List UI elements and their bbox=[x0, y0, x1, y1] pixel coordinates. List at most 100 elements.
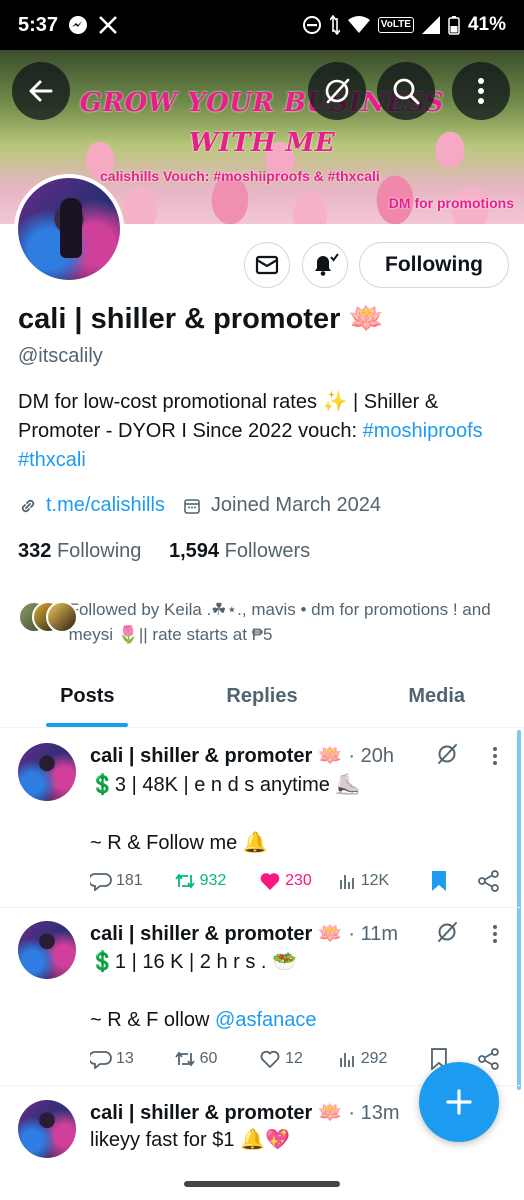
bell-check-icon bbox=[315, 253, 339, 276]
tab-replies[interactable]: Replies bbox=[175, 666, 350, 727]
profile-tabs: Posts Replies Media bbox=[0, 666, 524, 728]
more-vertical-icon bbox=[478, 78, 484, 104]
status-bar: 5:37 VoLTE 41% bbox=[0, 0, 524, 50]
wifi-icon bbox=[347, 16, 370, 34]
like-count: 12 bbox=[285, 1050, 303, 1067]
repost-icon bbox=[174, 1051, 195, 1067]
post-mention[interactable]: @asfanace bbox=[215, 1009, 316, 1031]
active-tab-indicator bbox=[46, 723, 128, 727]
following-count: 332 bbox=[18, 540, 52, 562]
post-author-name[interactable]: cali | shiller & promoter 🪷 bbox=[90, 923, 343, 945]
post-actions: 181 932 230 12K bbox=[90, 870, 500, 892]
banner-dm-text: DM for promotions bbox=[388, 195, 514, 211]
post-more-icon[interactable] bbox=[492, 924, 498, 944]
post-text-line2: ~ R & Follow me 🔔 bbox=[90, 832, 268, 854]
grok-icon[interactable] bbox=[436, 921, 458, 943]
tab-posts[interactable]: Posts bbox=[0, 666, 175, 727]
compose-button[interactable] bbox=[419, 1062, 499, 1142]
calendar-icon bbox=[184, 498, 200, 514]
bookmark-filled-icon[interactable] bbox=[430, 870, 448, 892]
home-indicator[interactable] bbox=[184, 1181, 340, 1187]
post-avatar[interactable] bbox=[18, 1100, 76, 1158]
post-author-name[interactable]: cali | shiller & promoter 🪷 bbox=[90, 745, 343, 767]
share-icon[interactable] bbox=[478, 870, 500, 892]
follower-avatar bbox=[46, 601, 78, 633]
repost-button[interactable]: 932 bbox=[174, 871, 260, 891]
heart-icon bbox=[260, 1050, 280, 1069]
post-header: cali | shiller & promoter 🪷 · 13m bbox=[90, 1100, 399, 1125]
post-author-name[interactable]: cali | shiller & promoter 🪷 bbox=[90, 1102, 343, 1124]
more-options-button[interactable] bbox=[452, 62, 510, 120]
views-icon bbox=[339, 1053, 354, 1067]
banner-title-line2: WITH ME bbox=[188, 128, 336, 158]
user-handle: @itscalily bbox=[18, 345, 103, 367]
notifications-button[interactable] bbox=[302, 242, 348, 288]
profile-avatar[interactable] bbox=[14, 174, 124, 284]
back-arrow-icon bbox=[29, 80, 53, 102]
followed-by[interactable]: Followed by Keila .☘︎⋆., mavis • dm for … bbox=[18, 597, 508, 647]
repost-button[interactable]: 60 bbox=[174, 1049, 260, 1069]
reply-button[interactable]: 181 bbox=[90, 871, 174, 891]
tab-media[interactable]: Media bbox=[349, 666, 524, 727]
like-button[interactable]: 230 bbox=[259, 871, 339, 891]
repost-icon bbox=[174, 873, 195, 889]
following-count-link[interactable]: 332 Following bbox=[18, 540, 141, 562]
grok-button[interactable] bbox=[308, 62, 366, 120]
views-button[interactable]: 292 bbox=[339, 1050, 429, 1068]
envelope-icon bbox=[255, 255, 279, 275]
post-header: cali | shiller & promoter 🪷 · 20h bbox=[90, 743, 394, 768]
battery-percent: 41% bbox=[467, 14, 506, 35]
post-avatar[interactable] bbox=[18, 743, 76, 801]
like-count: 230 bbox=[285, 872, 312, 889]
post-header: cali | shiller & promoter 🪷 · 11m bbox=[90, 921, 398, 946]
x-logo-icon bbox=[98, 15, 118, 35]
reply-count: 13 bbox=[116, 1050, 134, 1067]
post-text-line1: 💲1 | 16 K | 2 h r s . 🥗 bbox=[90, 951, 297, 973]
reply-count: 181 bbox=[116, 872, 143, 889]
view-count: 292 bbox=[360, 1050, 388, 1067]
post-item[interactable]: cali | shiller & promoter 🪷 · 20h 💲3 | 4… bbox=[0, 729, 520, 908]
heart-filled-icon bbox=[260, 873, 280, 890]
battery-icon bbox=[448, 15, 460, 35]
bio-hashtag-thxcali[interactable]: #thxcali bbox=[18, 449, 86, 471]
repost-count: 932 bbox=[199, 872, 227, 889]
views-button[interactable]: 12K bbox=[339, 872, 429, 890]
display-name: cali | shiller & promoter 🪷 bbox=[18, 303, 385, 335]
search-button[interactable] bbox=[377, 62, 435, 120]
profile-link[interactable]: t.me/calishills bbox=[46, 494, 165, 517]
following-button[interactable]: Following bbox=[359, 242, 509, 288]
post-item[interactable]: cali | shiller & promoter 🪷 · 11m 💲1 | 1… bbox=[0, 908, 520, 1086]
reply-button[interactable]: 13 bbox=[90, 1049, 174, 1069]
share-icon[interactable] bbox=[478, 1048, 500, 1070]
followers-label: Followers bbox=[224, 540, 311, 562]
repost-count: 60 bbox=[199, 1050, 218, 1067]
back-button[interactable] bbox=[12, 62, 70, 120]
post-more-icon[interactable] bbox=[492, 746, 498, 766]
search-icon bbox=[393, 78, 420, 105]
bio-hashtag-moshiproofs[interactable]: #moshiproofs bbox=[363, 420, 483, 442]
messenger-icon bbox=[68, 15, 88, 35]
joined-date: Joined March 2024 bbox=[210, 494, 382, 516]
followers-count-link[interactable]: 1,594 Followers bbox=[169, 540, 310, 562]
post-text-line2-body: ~ R & F ollow bbox=[90, 1009, 216, 1031]
views-icon bbox=[339, 875, 354, 889]
status-time: 5:37 bbox=[18, 13, 59, 36]
post-avatar[interactable] bbox=[18, 921, 76, 979]
banner-title-line1: GROW YOUR BUSINESS bbox=[79, 88, 445, 118]
profile-meta: t.me/calishills Joined March 2024 bbox=[18, 494, 381, 517]
grok-icon bbox=[325, 78, 350, 104]
avatar-figure bbox=[60, 198, 82, 258]
grok-icon[interactable] bbox=[436, 743, 458, 765]
message-button[interactable] bbox=[244, 242, 290, 288]
post-time: · 13m bbox=[348, 1102, 400, 1124]
volte-badge: VoLTE bbox=[377, 17, 414, 33]
view-count: 12K bbox=[360, 872, 390, 889]
tab-posts-label: Posts bbox=[60, 685, 115, 707]
dnd-icon bbox=[302, 15, 322, 35]
following-label: Following bbox=[56, 540, 142, 562]
signal-icon bbox=[421, 16, 440, 34]
profile-bio: DM for low-cost promotional rates ✨ | Sh… bbox=[18, 388, 508, 475]
tab-replies-label: Replies bbox=[226, 685, 298, 707]
like-button[interactable]: 12 bbox=[259, 1049, 339, 1069]
followed-by-text: Followed by Keila .☘︎⋆., mavis • dm for … bbox=[68, 600, 491, 644]
